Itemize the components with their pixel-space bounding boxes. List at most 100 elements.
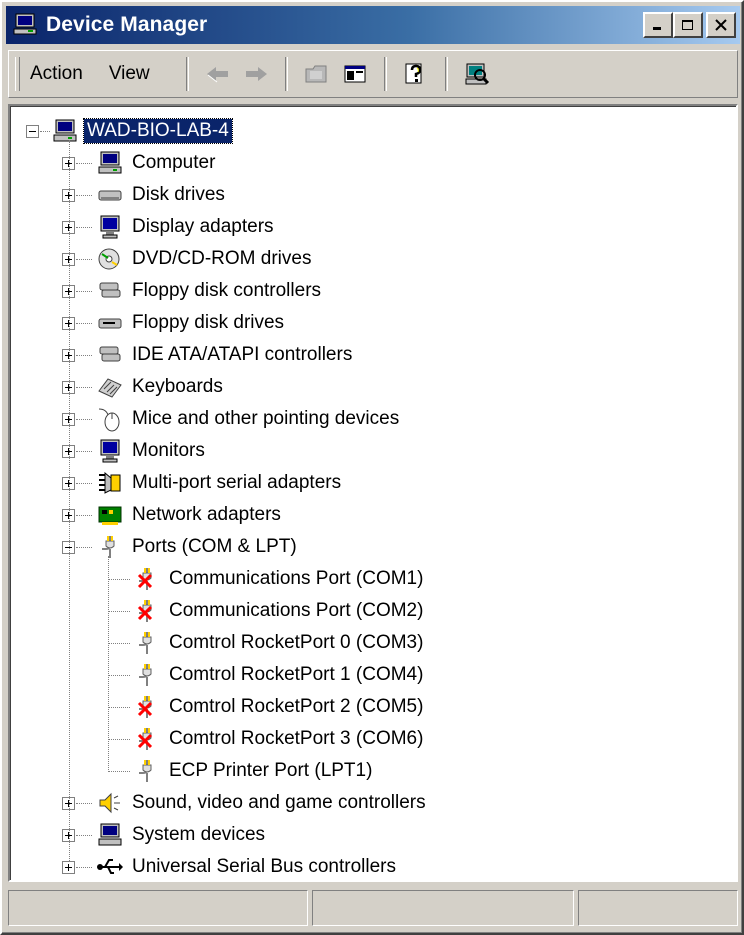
toolbar-grip[interactable] (15, 57, 20, 91)
tree-item-label: ECP Printer Port (LPT1) (169, 760, 373, 781)
tree-device-item[interactable]: Comtrol RocketPort 3 (COM6) (132, 724, 426, 754)
port-child-icon (132, 756, 162, 786)
display-adapter-icon (95, 212, 125, 242)
usb-icon (95, 852, 125, 882)
tree-connector-line (108, 675, 130, 676)
tree-item-label: Multi-port serial adapters (132, 472, 342, 493)
tree-item-label: Comtrol RocketPort 0 (COM3) (169, 632, 424, 653)
tree-connector-line (76, 867, 92, 868)
tree-item-label: Comtrol RocketPort 3 (COM6) (169, 728, 424, 749)
tree-category-item[interactable]: Sound, video and game controllers (95, 788, 429, 818)
tree-item-label: System devices (132, 824, 266, 845)
scan-hardware-button[interactable] (461, 58, 493, 90)
forward-button[interactable] (240, 58, 272, 90)
tree-category-item[interactable]: IDE ATA/ATAPI controllers (95, 340, 355, 370)
tree-category-item[interactable]: Ports (COM & LPT) (95, 532, 300, 562)
device-manager-window: Device Manager Action View WAD-BIO-LAB-4… (0, 0, 744, 935)
tree-device-item[interactable]: Communications Port (COM2) (132, 596, 426, 626)
tree-item-label: Communications Port (COM1) (169, 568, 424, 589)
tree-item-label: Sound, video and game controllers (132, 792, 426, 813)
tree-item-label: Monitors (132, 440, 205, 461)
tree-category-item[interactable]: Disk drives (95, 180, 228, 210)
tree-connector-line (108, 643, 130, 644)
tree-item-label: Universal Serial Bus controllers (132, 856, 396, 877)
port-child-icon (132, 628, 162, 658)
tree-item-label: Comtrol RocketPort 1 (COM4) (169, 664, 424, 685)
monitor-icon (95, 436, 125, 466)
tree-connector-line (76, 323, 92, 324)
minimize-button[interactable] (643, 12, 673, 38)
port-disabled-icon (132, 564, 162, 594)
tree-category-item[interactable]: DVD/CD-ROM drives (95, 244, 314, 274)
tree-device-item[interactable]: Comtrol RocketPort 1 (COM4) (132, 660, 426, 690)
tree-connector-line (108, 579, 130, 580)
help-button[interactable] (400, 58, 432, 90)
help-icon (405, 63, 422, 84)
multiport-serial-icon (95, 468, 125, 498)
computer-icon (95, 148, 125, 178)
sound-icon (95, 788, 125, 818)
ide-controller-icon (95, 340, 125, 370)
maximize-button[interactable] (673, 12, 703, 38)
port-child-icon (132, 660, 162, 690)
up-level-button[interactable] (301, 58, 333, 90)
tree-category-item[interactable]: Universal Serial Bus controllers (95, 852, 399, 882)
tree-category-item[interactable]: Mice and other pointing devices (95, 404, 402, 434)
tree-device-item[interactable]: ECP Printer Port (LPT1) (132, 756, 375, 786)
tree-category-item[interactable]: Monitors (95, 436, 208, 466)
forward-arrow-icon (245, 67, 267, 81)
close-icon (715, 19, 727, 31)
show-hide-tree-button[interactable] (339, 58, 371, 90)
tree-category-item[interactable]: Keyboards (95, 372, 226, 402)
tree-item-label: Computer (132, 152, 216, 173)
menu-view[interactable]: View (109, 63, 150, 85)
tree-category-item[interactable]: Multi-port serial adapters (95, 468, 344, 498)
system-device-icon (95, 820, 125, 850)
tree-connector-line (76, 515, 92, 516)
toolbar-separator (444, 57, 448, 91)
close-button[interactable] (706, 12, 736, 38)
floppy-controller-icon (95, 276, 125, 306)
tree-connector-line (108, 739, 130, 740)
tree-category-item[interactable]: Computer (95, 148, 218, 178)
root-expander[interactable] (26, 125, 39, 138)
device-tree-pane[interactable]: WAD-BIO-LAB-4 Computer Disk drives Display … (8, 104, 738, 882)
tree-category-item[interactable]: Display adapters (95, 212, 277, 242)
category-expander[interactable] (62, 861, 75, 874)
tree-connector-line (108, 611, 130, 612)
tree-device-item[interactable]: Communications Port (COM1) (132, 564, 426, 594)
folder-up-icon (305, 65, 327, 83)
tree-category-item[interactable]: Floppy disk controllers (95, 276, 324, 306)
tree-device-item[interactable]: Comtrol RocketPort 0 (COM3) (132, 628, 426, 658)
tree-connector-line (76, 547, 92, 548)
tree-connector-line (40, 131, 50, 132)
tree-item-label: Floppy disk controllers (132, 280, 322, 301)
menu-action[interactable]: Action (30, 63, 83, 85)
disk-drive-icon (95, 180, 125, 210)
tree-connector-line (108, 771, 130, 772)
tree-connector-line (76, 163, 92, 164)
keyboard-icon (95, 372, 125, 402)
tree-category-item[interactable]: Network adapters (95, 500, 284, 530)
toolbar-separator (185, 57, 189, 91)
tree-item-label: Display adapters (132, 216, 274, 237)
title-bar[interactable]: Device Manager (6, 6, 740, 44)
tree-item-label: Disk drives (132, 184, 225, 205)
tree-item-label: Comtrol RocketPort 2 (COM5) (169, 696, 424, 717)
tree-item-label: Mice and other pointing devices (132, 408, 400, 429)
toolbar: Action View (8, 50, 738, 98)
toolbar-separator (383, 57, 387, 91)
computer-manage-icon (12, 12, 40, 38)
tree-root-item[interactable]: WAD-BIO-LAB-4 (50, 116, 233, 146)
floppy-drive-icon (95, 308, 125, 338)
tree-connector-line (76, 387, 92, 388)
window-title: Device Manager (46, 13, 208, 36)
back-button[interactable] (202, 58, 234, 90)
tree-device-item[interactable]: Comtrol RocketPort 2 (COM5) (132, 692, 426, 722)
tree-connector-line (76, 259, 92, 260)
show-hide-tree-icon (344, 65, 366, 83)
tree-category-item[interactable]: System devices (95, 820, 268, 850)
tree-item-label: IDE ATA/ATAPI controllers (132, 344, 353, 365)
tree-connector-line (76, 291, 92, 292)
tree-category-item[interactable]: Floppy disk drives (95, 308, 287, 338)
